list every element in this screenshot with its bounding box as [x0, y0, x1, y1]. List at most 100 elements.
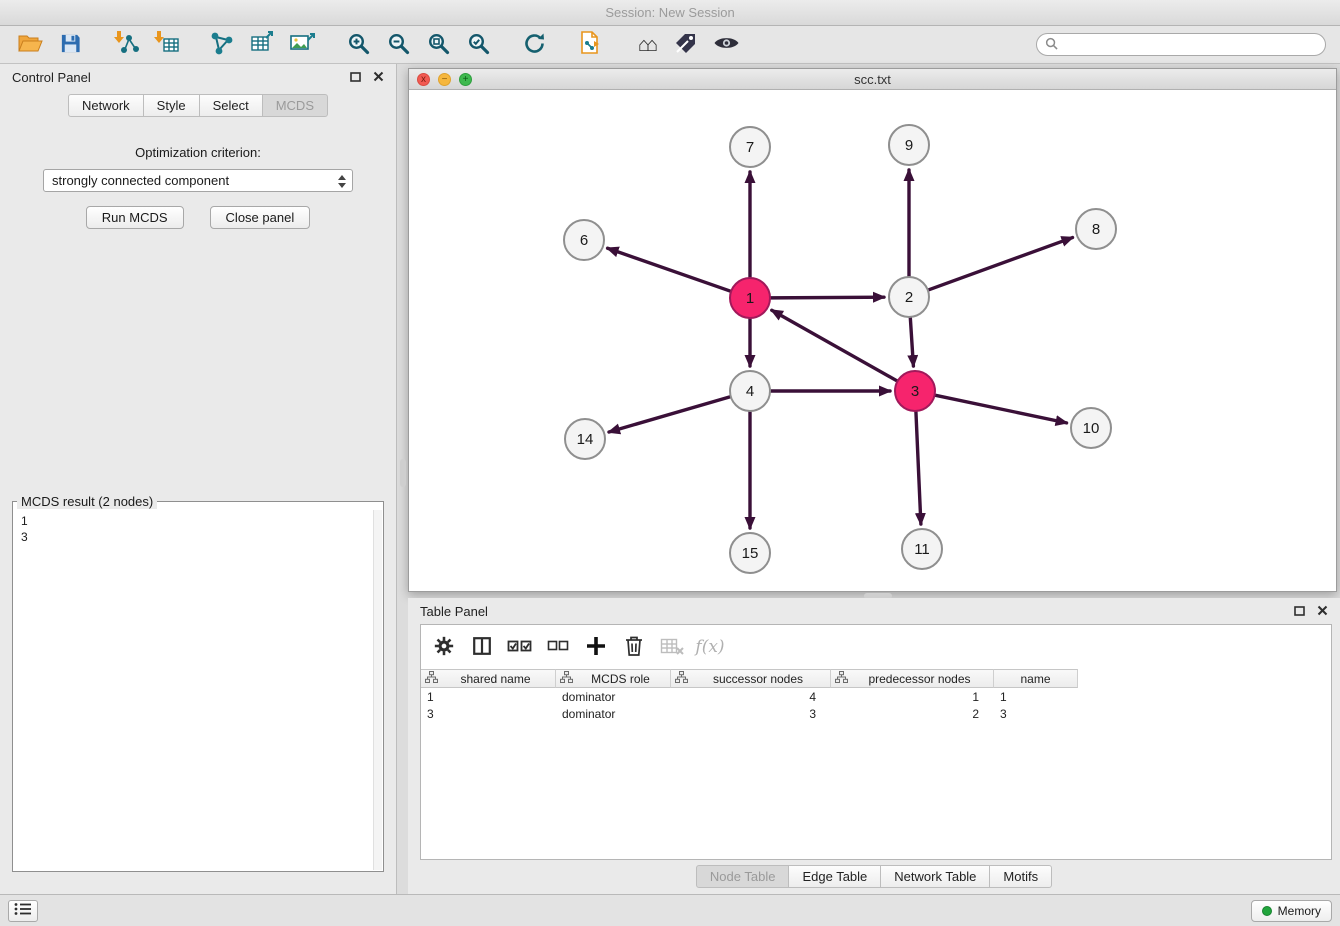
zoom-fit-icon [427, 32, 450, 58]
zoom-out-button[interactable] [378, 28, 418, 62]
column-header-shared-name[interactable]: shared name [421, 669, 556, 688]
show-graphics-button[interactable] [706, 28, 746, 62]
graph-node-label: 4 [746, 383, 754, 400]
cell-predecessor-nodes[interactable]: 1 [831, 688, 994, 705]
graph-node-label: 6 [580, 232, 588, 249]
task-history-button[interactable] [8, 900, 38, 922]
deselect-all-button[interactable] [539, 629, 577, 665]
vertical-splitter-handle[interactable] [400, 459, 406, 487]
copy-document-icon [578, 30, 603, 59]
memory-button[interactable]: Memory [1251, 900, 1332, 922]
column-header-successor-nodes[interactable]: successor nodes [671, 669, 831, 688]
memory-status-icon [1262, 906, 1272, 916]
graph-edge-1-2[interactable] [771, 297, 884, 298]
network-canvas-svg[interactable]: 7968124314101511 [409, 90, 1336, 591]
search-input[interactable] [1063, 37, 1317, 53]
mcds-result-line: 1 [21, 513, 375, 529]
tab-network[interactable]: Network [68, 94, 144, 117]
tab-style[interactable]: Style [143, 94, 200, 117]
sort-tree-icon [425, 671, 438, 686]
cell-shared-name[interactable]: 3 [421, 705, 556, 722]
table-panel: Table Panel [408, 598, 1340, 894]
import-network-button[interactable] [106, 28, 146, 62]
mcds-result-scrollbar[interactable] [373, 510, 382, 870]
graph-edge-2-3[interactable] [910, 318, 913, 366]
graph-node-label: 1 [746, 290, 754, 307]
tab-motifs[interactable]: Motifs [989, 865, 1052, 888]
tab-node-table[interactable]: Node Table [696, 865, 790, 888]
cell-successor-nodes[interactable]: 3 [671, 705, 831, 722]
open-session-button[interactable] [10, 28, 50, 62]
cell-shared-name[interactable]: 1 [421, 688, 556, 705]
column-header-predecessor-nodes[interactable]: predecessor nodes [831, 669, 994, 688]
graph-edge-3-1[interactable] [772, 310, 897, 380]
window-zoom-button[interactable]: + [459, 73, 472, 86]
cell-name[interactable]: 1 [994, 688, 1078, 705]
column-header-mcds-role[interactable]: MCDS role [556, 669, 671, 688]
zoom-selected-button[interactable] [458, 28, 498, 62]
mcds-result-line: 3 [21, 529, 375, 545]
sort-tree-icon [675, 671, 688, 686]
cell-mcds-role[interactable]: dominator [556, 688, 671, 705]
network-window-titlebar[interactable]: x − + scc.txt [409, 69, 1336, 90]
cell-name[interactable]: 3 [994, 705, 1078, 722]
select-all-button[interactable] [501, 629, 539, 665]
annotation-button[interactable] [666, 28, 706, 62]
save-session-button[interactable] [50, 28, 90, 62]
trash-icon [624, 635, 644, 660]
import-network-icon [113, 30, 140, 59]
window-close-button[interactable]: x [417, 73, 430, 86]
close-panel-button[interactable] [373, 70, 384, 85]
refresh-icon [522, 31, 547, 59]
table-header-row: shared name MCDS role successor nodes pr… [421, 669, 1331, 688]
node-table-container: f(x) shared name MCDS role successor nod… [420, 624, 1332, 860]
graph-edge-3-11[interactable] [916, 412, 921, 524]
cell-successor-nodes[interactable]: 4 [671, 688, 831, 705]
add-column-button[interactable] [577, 629, 615, 665]
column-header-name[interactable]: name [994, 669, 1078, 688]
float-panel-button[interactable] [350, 70, 361, 85]
tab-edge-table[interactable]: Edge Table [788, 865, 881, 888]
import-table-button[interactable] [146, 28, 186, 62]
list-icon [14, 902, 32, 919]
export-image-button[interactable] [282, 28, 322, 62]
optimization-criterion-select[interactable]: strongly connected component [43, 169, 353, 192]
graph-edge-3-10[interactable] [936, 395, 1067, 423]
table-row[interactable]: 3 dominator 3 2 3 [421, 705, 1331, 722]
refresh-layout-button[interactable] [514, 28, 554, 62]
fx-icon: f(x) [695, 637, 724, 657]
graph-node-label: 8 [1092, 221, 1100, 238]
cell-mcds-role[interactable]: dominator [556, 705, 671, 722]
table-row[interactable]: 1 dominator 4 1 1 [421, 688, 1331, 705]
delete-table-button [653, 629, 691, 665]
zoom-in-button[interactable] [338, 28, 378, 62]
graph-edge-2-8[interactable] [929, 238, 1073, 290]
cell-predecessor-nodes[interactable]: 2 [831, 705, 994, 722]
status-bar: Memory [0, 894, 1340, 926]
copy-view-button[interactable] [570, 28, 610, 62]
table-close-panel-button[interactable] [1317, 604, 1328, 619]
table-settings-button[interactable] [425, 629, 463, 665]
run-mcds-button[interactable]: Run MCDS [86, 206, 184, 229]
zoom-fit-button[interactable] [418, 28, 458, 62]
delete-column-button[interactable] [615, 629, 653, 665]
show-columns-button[interactable] [463, 629, 501, 665]
graph-edge-1-6[interactable] [608, 248, 731, 291]
control-panel-header: Control Panel [0, 64, 396, 90]
sort-tree-icon [835, 671, 848, 686]
delete-table-icon [660, 636, 684, 659]
window-minimize-button[interactable]: − [438, 73, 451, 86]
tab-network-table[interactable]: Network Table [880, 865, 990, 888]
new-table-button[interactable] [242, 28, 282, 62]
graph-edge-4-14[interactable] [609, 397, 730, 432]
new-network-button[interactable] [202, 28, 242, 62]
table-float-panel-button[interactable] [1294, 604, 1305, 619]
eye-icon [713, 35, 740, 54]
home-button[interactable]: ⌂⌂ [626, 28, 666, 62]
mcds-result-box: MCDS result (2 nodes) 1 3 [12, 494, 384, 872]
graph-node-label: 10 [1083, 420, 1100, 437]
title-bar: Session: New Session [0, 0, 1340, 26]
close-panel-action-button[interactable]: Close panel [210, 206, 311, 229]
tab-select[interactable]: Select [199, 94, 263, 117]
tab-mcds[interactable]: MCDS [262, 94, 328, 117]
